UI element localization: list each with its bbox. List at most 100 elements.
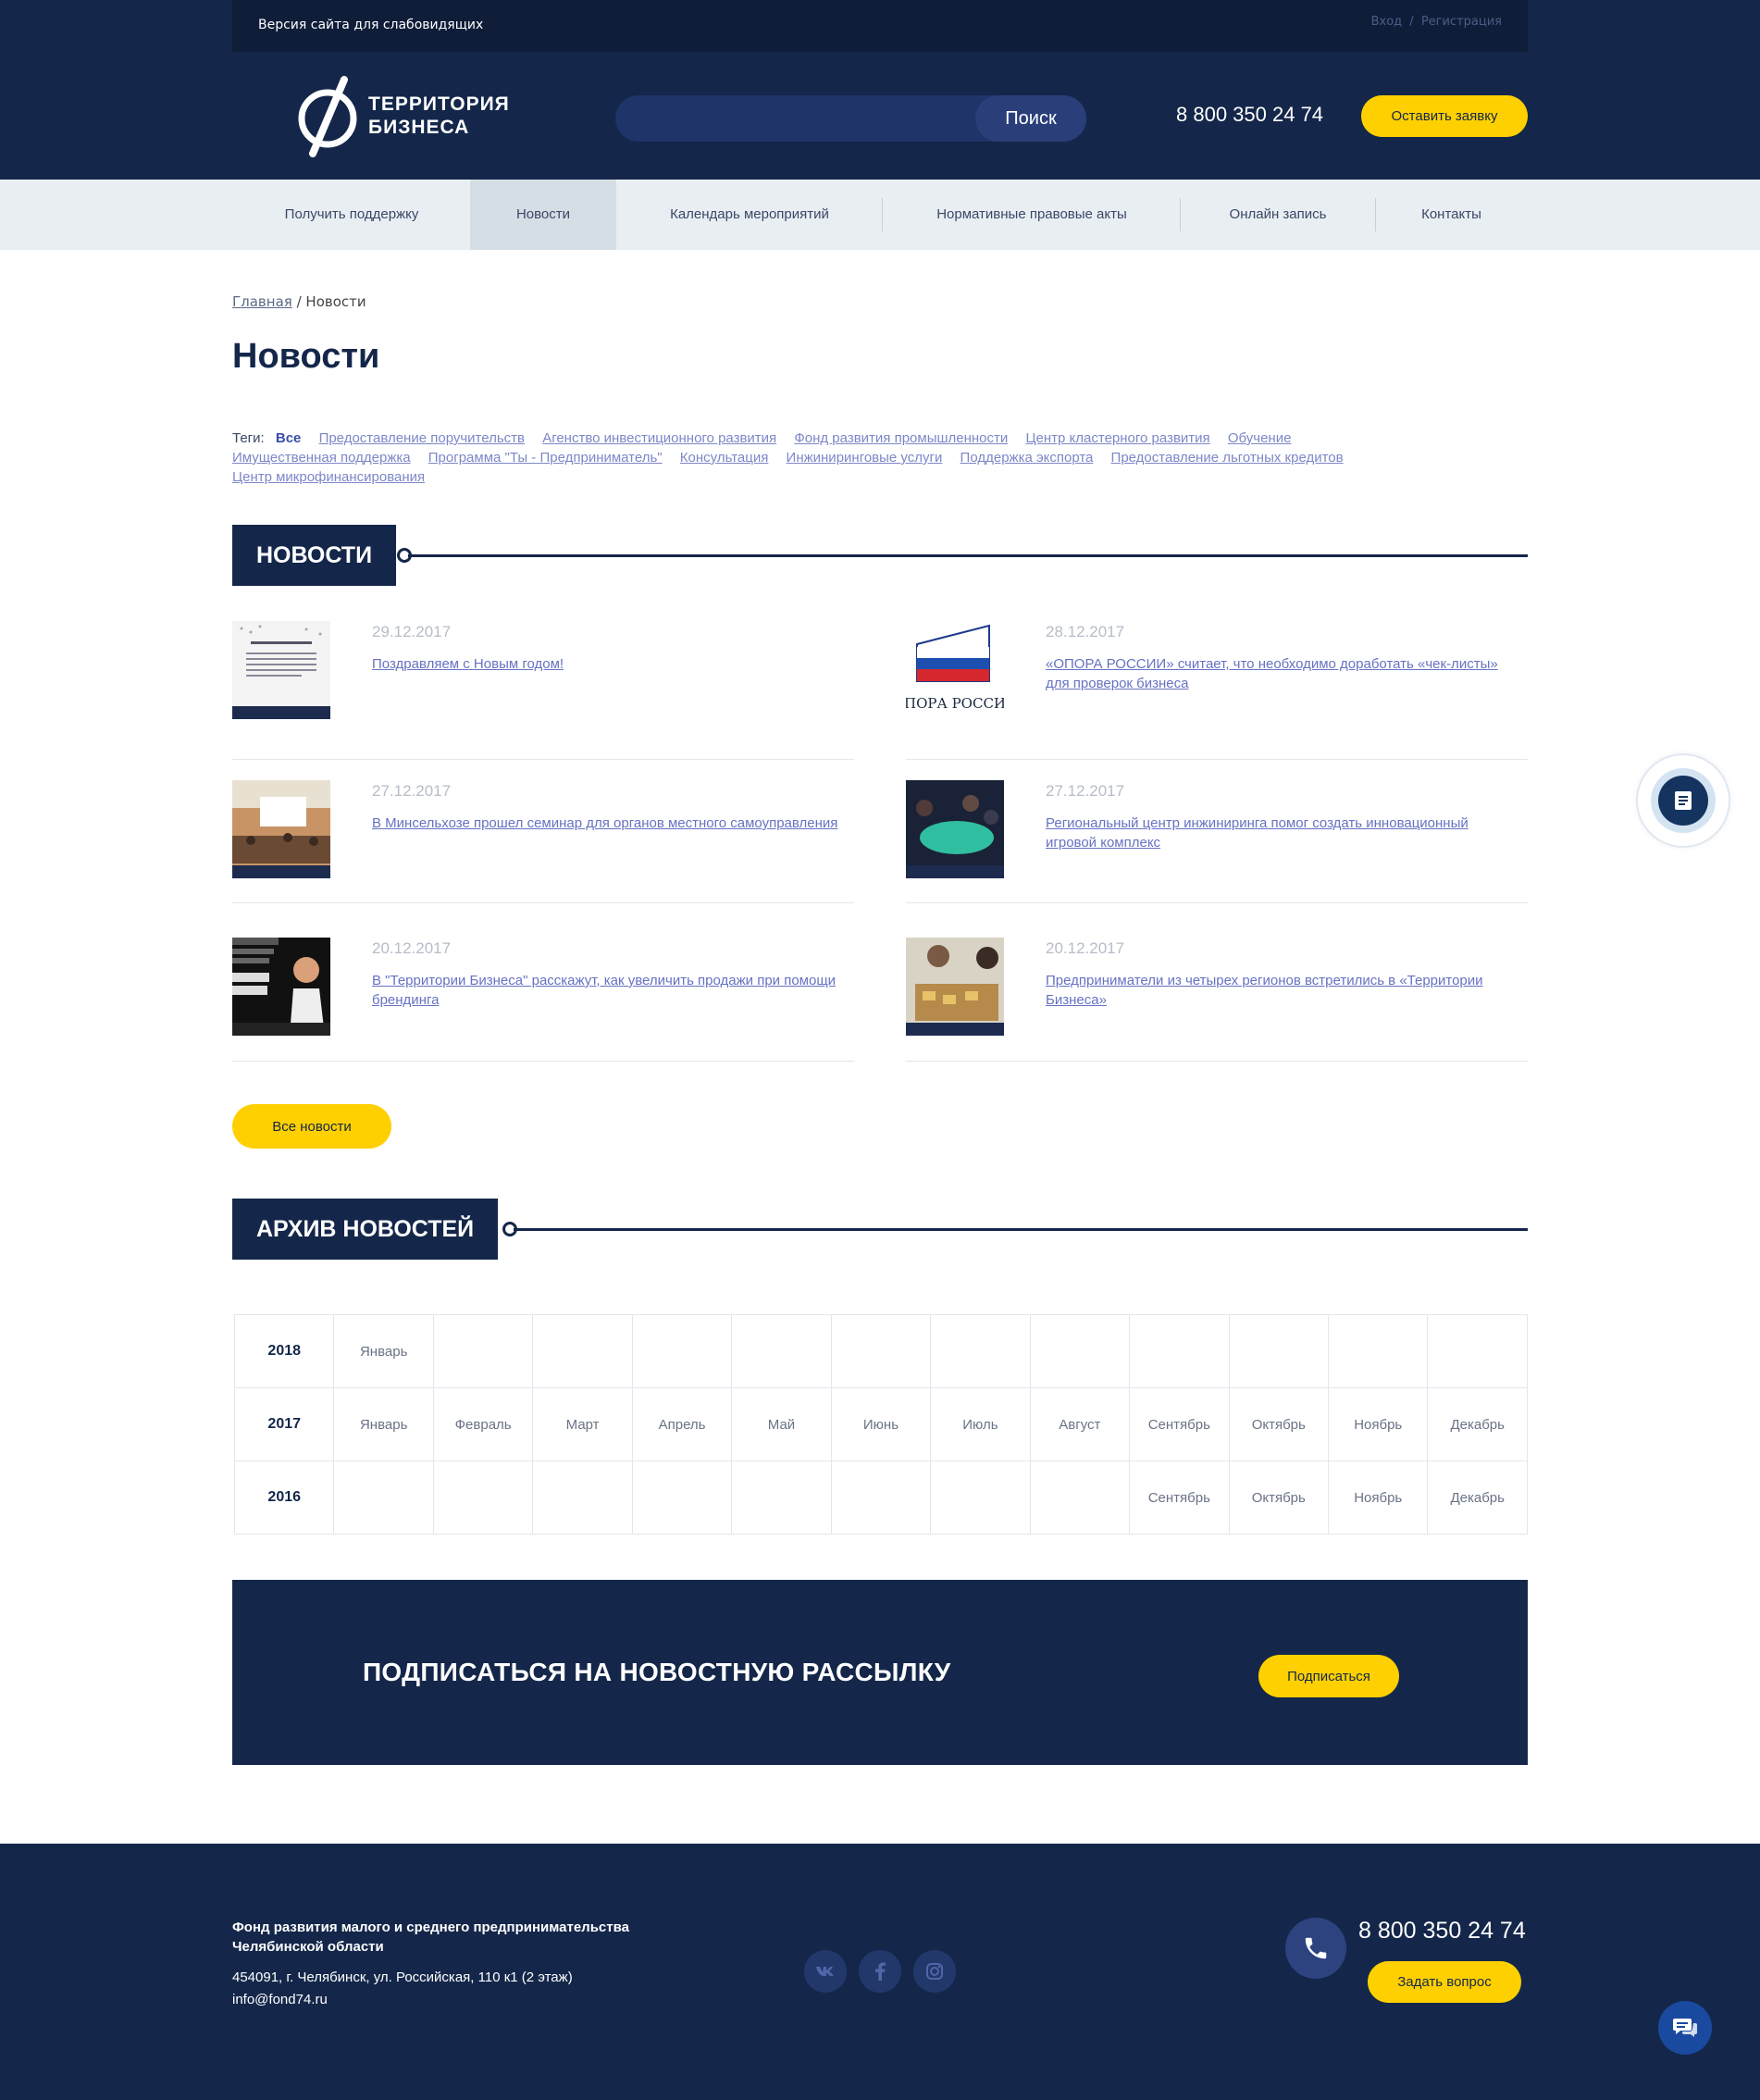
archive-month[interactable]: Сентябрь — [1129, 1460, 1230, 1535]
login-link[interactable]: Вход — [1371, 15, 1403, 29]
accessibility-link[interactable]: Версия сайта для слабовидящих — [258, 18, 483, 32]
archive-month[interactable]: Декабрь — [1427, 1460, 1528, 1535]
tag-filter: Теги: Все Предоставление поручительств А… — [232, 429, 1528, 487]
search-button[interactable]: Поиск — [975, 95, 1086, 142]
tag-link[interactable]: Программа "Ты - Предприниматель" — [428, 450, 663, 466]
archive-month — [532, 1314, 633, 1388]
archive-month — [1129, 1314, 1230, 1388]
tag-link[interactable]: Консультация — [680, 450, 769, 466]
nav-item-online-booking[interactable]: Онлайн запись — [1194, 180, 1362, 250]
news-item: ПОРА РОССИ 28.12.2017 «ОПОРА РОССИИ» счи… — [906, 621, 1528, 760]
archive-month[interactable]: Октябрь — [1228, 1460, 1330, 1535]
archive-month — [1029, 1314, 1131, 1388]
news-thumbnail[interactable] — [232, 780, 330, 878]
archive-month[interactable]: Ноябрь — [1327, 1387, 1429, 1461]
archive-month[interactable]: Ноябрь — [1327, 1460, 1429, 1535]
document-icon — [1658, 776, 1708, 826]
archive-month[interactable]: Июнь — [830, 1387, 932, 1461]
logo-text[interactable]: ТЕРРИТОРИЯ БИЗНЕСА — [368, 93, 510, 139]
archive-month — [830, 1460, 932, 1535]
archive-section-header: АРХИВ НОВОСТЕЙ — [232, 1199, 1528, 1260]
breadcrumb: Главная / Новости — [232, 293, 366, 310]
news-title-link[interactable]: Предприниматели из четырех регионов встр… — [1046, 971, 1518, 1010]
archive-row: 2016 Сентябрь Октябрь Ноябрь Декабрь — [233, 1460, 1528, 1535]
news-title-link[interactable]: «ОПОРА РОССИИ» считает, что необходимо д… — [1046, 654, 1518, 693]
nav-separator — [1180, 198, 1181, 231]
news-title-link[interactable]: В "Территории Бизнеса" расскажут, как ув… — [372, 971, 844, 1010]
chat-button[interactable] — [1658, 2001, 1712, 2055]
archive-month[interactable]: Май — [731, 1387, 832, 1461]
news-thumbnail[interactable] — [232, 938, 330, 1036]
archive-month[interactable]: Январь — [333, 1314, 434, 1388]
news-thumbnail[interactable] — [906, 938, 1004, 1036]
breadcrumb-home[interactable]: Главная — [232, 293, 292, 310]
archive-month[interactable]: Сентябрь — [1129, 1387, 1230, 1461]
archive-month[interactable]: Февраль — [432, 1387, 534, 1461]
footer-phone[interactable]: 8 800 350 24 74 — [1358, 1918, 1526, 1945]
archive-month[interactable]: Март — [532, 1387, 633, 1461]
archive-month — [432, 1460, 534, 1535]
archive-month — [731, 1460, 832, 1535]
archive-month[interactable]: Июль — [930, 1387, 1031, 1461]
news-item: 20.12.2017 Предприниматели из четырех ре… — [906, 938, 1528, 1062]
archive-month — [1427, 1314, 1528, 1388]
header-phone[interactable]: 8 800 350 24 74 — [1176, 103, 1323, 127]
nav-separator — [1375, 198, 1376, 231]
register-link[interactable]: Регистрация — [1421, 15, 1502, 29]
nav-item-calendar[interactable]: Календарь мероприятий — [638, 180, 861, 250]
subscribe-button[interactable]: Подписаться — [1258, 1655, 1399, 1697]
archive-month[interactable]: Август — [1029, 1387, 1131, 1461]
tags-label: Теги: — [232, 430, 265, 446]
vk-icon[interactable] — [804, 1950, 847, 1993]
tag-link[interactable]: Центр кластерного развития — [1025, 430, 1209, 446]
nav-item-news[interactable]: Новости — [470, 180, 616, 250]
nav-item-support[interactable]: Получить поддержку — [254, 180, 449, 250]
archive-month[interactable]: Декабрь — [1427, 1387, 1528, 1461]
tag-link[interactable]: Инжиниринговые услуги — [787, 450, 943, 466]
news-title-link[interactable]: Поздравляем с Новым годом! — [372, 654, 844, 674]
phone-icon — [1285, 1918, 1346, 1979]
tag-link[interactable]: Фонд развития промышленности — [794, 430, 1008, 446]
news-title-link[interactable]: В Минсельхозе прошел семинар для органов… — [372, 814, 844, 833]
archive-month[interactable]: Январь — [333, 1387, 434, 1461]
news-item: 29.12.2017 Поздравляем с Новым годом! — [232, 621, 854, 760]
archive-year: 2018 — [233, 1314, 335, 1388]
news-thumbnail[interactable]: ПОРА РОССИ — [906, 621, 1004, 719]
breadcrumb-separator: / — [296, 293, 302, 310]
news-date: 27.12.2017 — [1046, 782, 1125, 800]
tag-link[interactable]: Агенство инвестиционного развития — [542, 430, 776, 446]
archive-month — [1029, 1460, 1131, 1535]
logo-line-2: БИЗНЕСА — [368, 117, 470, 138]
tag-link[interactable]: Обучение — [1228, 430, 1292, 446]
chat-icon — [1673, 2019, 1697, 2037]
tag-link[interactable]: Имущественная поддержка — [232, 450, 411, 466]
logo-line-1: ТЕРРИТОРИЯ — [368, 93, 510, 115]
instagram-icon[interactable] — [913, 1950, 956, 1993]
news-title-link[interactable]: Региональный центр инжиниринга помог соз… — [1046, 814, 1518, 852]
news-thumbnail[interactable] — [232, 621, 330, 719]
news-thumbnail[interactable] — [906, 780, 1004, 878]
nav-item-legal-acts[interactable]: Нормативные правовые акты — [902, 180, 1161, 250]
newsletter-banner: ПОДПИСАТЬСЯ НА НОВОСТНУЮ РАССЫЛКУ Подпис… — [232, 1580, 1528, 1765]
footer-email[interactable]: info@fond74.ru — [232, 1992, 328, 2007]
tag-link[interactable]: Предоставление льготных кредитов — [1111, 450, 1344, 466]
tag-all[interactable]: Все — [276, 430, 302, 446]
archive-month[interactable]: Октябрь — [1228, 1387, 1330, 1461]
facebook-icon[interactable] — [859, 1950, 901, 1993]
nav-item-contacts[interactable]: Контакты — [1388, 180, 1515, 250]
top-bar: Версия сайта для слабовидящих Вход / Рег… — [232, 0, 1528, 52]
search-input[interactable] — [615, 95, 976, 142]
tag-link[interactable]: Предоставление поручительств — [319, 430, 525, 446]
site-footer: Фонд развития малого и среднего предприн… — [0, 1844, 1760, 2100]
all-news-button[interactable]: Все новости — [232, 1104, 391, 1149]
tag-link[interactable]: Центр микрофинансирования — [232, 469, 425, 485]
archive-month — [432, 1314, 534, 1388]
floating-document-button[interactable] — [1638, 755, 1729, 846]
logo-icon[interactable] — [292, 76, 365, 157]
leave-request-button[interactable]: Оставить заявку — [1361, 95, 1528, 137]
ask-question-button[interactable]: Задать вопрос — [1368, 1961, 1521, 2003]
archive-month[interactable]: Апрель — [631, 1387, 733, 1461]
news-section-header: НОВОСТИ — [232, 525, 1528, 586]
tag-link[interactable]: Поддержка экспорта — [961, 450, 1094, 466]
site-header: Версия сайта для слабовидящих Вход / Рег… — [0, 0, 1760, 180]
